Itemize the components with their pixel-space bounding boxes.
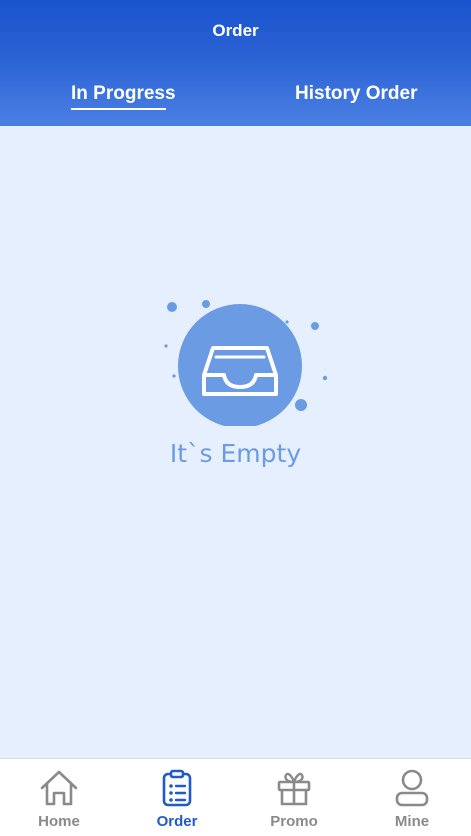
empty-message: It`s Empty bbox=[169, 439, 302, 468]
nav-item-order[interactable]: Order bbox=[118, 759, 236, 836]
tab-in-progress[interactable]: In Progress bbox=[71, 82, 176, 106]
order-screen: Order In Progress History Order It`s Emp… bbox=[0, 0, 471, 836]
user-icon bbox=[395, 769, 429, 807]
nav-label-home: Home bbox=[38, 813, 80, 830]
nav-label-mine: Mine bbox=[394, 813, 430, 830]
nav-item-promo[interactable]: Promo bbox=[235, 759, 353, 836]
empty-inbox-tray-icon bbox=[164, 300, 328, 426]
tab-history-order[interactable]: History Order bbox=[295, 82, 417, 106]
gift-icon bbox=[277, 772, 311, 806]
nav-label-order: Order bbox=[156, 813, 198, 830]
clipboard-list-icon bbox=[162, 769, 192, 807]
empty-state: It`s Empty bbox=[0, 126, 471, 758]
nav-item-home[interactable]: Home bbox=[0, 759, 118, 836]
bottom-navigation: Home Order Promo Mine bbox=[0, 758, 471, 836]
nav-label-promo: Promo bbox=[270, 813, 318, 830]
active-tab-indicator bbox=[71, 108, 166, 110]
order-header: Order In Progress History Order bbox=[0, 0, 471, 126]
home-icon bbox=[40, 770, 78, 806]
nav-item-mine[interactable]: Mine bbox=[353, 759, 471, 836]
page-title: Order bbox=[212, 21, 259, 40]
